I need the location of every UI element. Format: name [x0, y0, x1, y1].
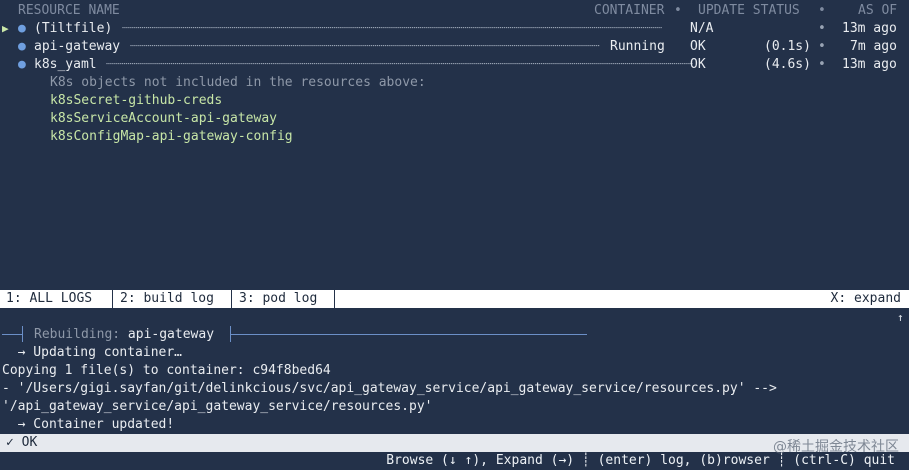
expand-hint[interactable]: X: expand [825, 290, 907, 308]
header-as-of: AS OF [858, 3, 898, 18]
banner-rule-left [2, 334, 22, 335]
resource-duration: (4.6s) [764, 57, 811, 72]
leader-dots: ┈┈┈┈┈┈┈┈┈┈┈┈┈┈┈┈┈┈┈┈┈┈┈┈┈┈┈┈┈┈┈┈┈┈┈┈┈┈┈┈… [106, 57, 693, 72]
k8s-object-item: k8sConfigMap-api-gateway-config [50, 129, 293, 144]
leader-dots: ┈┈┈┈┈┈┈┈┈┈┈┈┈┈┈┈┈┈┈┈┈┈┈┈┈┈┈┈┈┈┈┈┈┈┈┈┈┈┈┈… [130, 39, 600, 54]
resource-update-status: OK [690, 39, 706, 54]
header-container: CONTAINER [594, 3, 665, 18]
log-line: → Container updated! [2, 417, 175, 432]
resource-update-status: N/A [690, 21, 714, 36]
resource-sep: • [818, 39, 826, 54]
tab-build-log[interactable]: 2: build log [114, 290, 220, 308]
header-sep: • [818, 3, 826, 18]
leader-dots: ┈┈┈┈┈┈┈┈┈┈┈┈┈┈┈┈┈┈┈┈┈┈┈┈┈┈┈┈┈┈┈┈┈┈┈┈┈┈┈┈… [122, 21, 663, 36]
rebuilding-label: Rebuilding: [34, 327, 128, 342]
resource-sep: • [818, 57, 826, 72]
banner-rule-right [231, 334, 587, 335]
tab-divider [112, 290, 113, 308]
log-line: Copying 1 file(s) to container: c94f8bed… [2, 363, 331, 378]
selected-arrow-icon: ▶ [2, 22, 9, 35]
log-line: '/api_gateway_service/api_gateway_servic… [2, 399, 433, 414]
resource-name: (Tiltfile) [34, 21, 113, 36]
resource-duration: (0.1s) [764, 39, 811, 54]
resource-sep: • [818, 21, 826, 36]
resource-status-dot-icon: ● [18, 57, 26, 72]
resource-status-dot-icon: ● [18, 21, 26, 36]
header-sep: • [674, 3, 682, 18]
tab-pod-log[interactable]: 3: pod log [233, 290, 323, 308]
footer-key-hints: Browse (↓ ↑), Expand (→) ┊ (enter) log, … [386, 453, 895, 468]
k8s-object-item: k8sServiceAccount-api-gateway [50, 111, 277, 126]
header-update-status: UPDATE STATUS [698, 3, 800, 18]
resource-status-dot-icon: ● [18, 39, 26, 54]
rebuilding-banner: Rebuilding: api-gateway [34, 326, 214, 344]
resource-container-status: Running [610, 39, 665, 54]
tab-divider [231, 290, 232, 308]
resource-as-of: 13m ago [842, 57, 897, 72]
log-line: → Updating container… [2, 345, 183, 360]
banner-edge-left [22, 326, 23, 342]
log-tabs-bar: 1: ALL LOGS 2: build log 3: pod log X: e… [0, 290, 909, 308]
resource-name: api-gateway [34, 39, 121, 54]
resource-name: k8s_yaml [34, 57, 97, 72]
resource-update-status: OK [690, 57, 706, 72]
tab-all-logs[interactable]: 1: ALL LOGS [0, 290, 98, 308]
log-line: - '/Users/gigi.sayfan/git/delinkcious/sv… [2, 381, 777, 396]
k8s-objects-note: K8s objects not included in the resource… [50, 75, 426, 90]
header-resource-name: RESOURCE NAME [18, 3, 120, 18]
rebuilding-target: api-gateway [127, 327, 215, 342]
scroll-up-arrow-icon[interactable]: ↑ [897, 309, 904, 327]
log-ok-line: ✓ OK [6, 435, 38, 450]
tab-divider [334, 290, 335, 308]
k8s-object-item: k8sSecret-github-creds [50, 93, 223, 108]
resource-as-of: 13m ago [842, 21, 897, 36]
resource-as-of: 7m ago [850, 39, 897, 54]
